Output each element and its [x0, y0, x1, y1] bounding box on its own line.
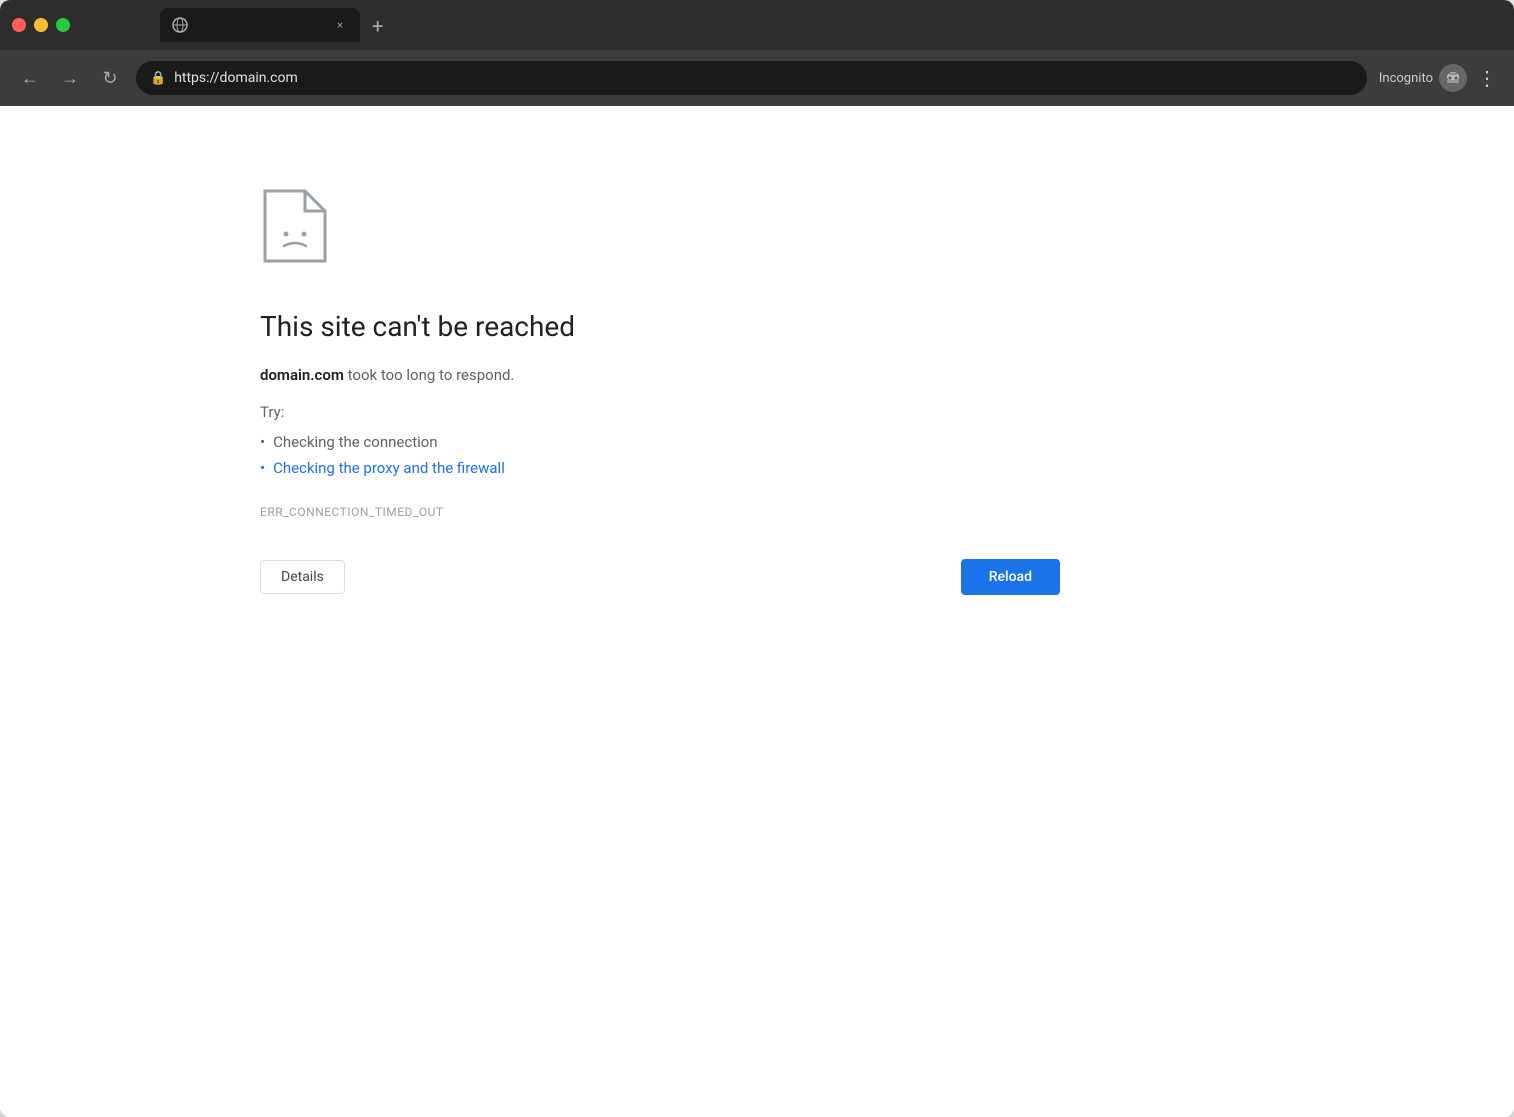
traffic-lights [12, 18, 70, 32]
address-bar: ← → ↻ 🔒 https://domain.com Incognito [0, 50, 1514, 106]
url-text: https://domain.com [174, 70, 1353, 86]
lock-icon: 🔒 [150, 71, 166, 86]
button-row: Details Reload [260, 559, 1060, 595]
error-container: This site can't be reached domain.com to… [260, 186, 1060, 595]
sad-file-icon [260, 186, 330, 266]
page-content: This site can't be reached domain.com to… [0, 106, 1514, 1117]
maximize-button[interactable] [56, 18, 70, 32]
details-button[interactable]: Details [260, 560, 345, 594]
tab-close-button[interactable]: × [332, 17, 348, 33]
forward-button[interactable]: → [56, 64, 84, 92]
reload-button[interactable]: Reload [961, 559, 1060, 595]
error-code: ERR_CONNECTION_TIMED_OUT [260, 505, 1060, 519]
address-bar-right: Incognito ⋮ [1379, 64, 1498, 92]
incognito-icon [1439, 64, 1467, 92]
suggestions-list: Checking the connection Checking the pro… [260, 429, 1060, 481]
suggestion-text-connection: Checking the connection [273, 433, 438, 451]
error-description: domain.com took too long to respond. [260, 363, 1060, 387]
error-title: This site can't be reached [260, 310, 1060, 343]
browser-tab[interactable]: × [160, 8, 360, 42]
reload-nav-button[interactable]: ↻ [96, 64, 124, 92]
menu-button[interactable]: ⋮ [1477, 66, 1498, 90]
minimize-button[interactable] [34, 18, 48, 32]
incognito-badge: Incognito [1379, 64, 1467, 92]
error-domain: domain.com [260, 366, 344, 384]
browser-window: × + ← → ↻ 🔒 https://domain.com Incognito [0, 0, 1514, 1117]
suggestion-link-proxy[interactable]: Checking the proxy and the firewall [273, 459, 505, 477]
new-tab-button[interactable]: + [368, 10, 387, 42]
incognito-label: Incognito [1379, 71, 1433, 86]
error-description-rest: took too long to respond. [344, 366, 515, 384]
tab-bar: × + [80, 8, 1502, 42]
close-button[interactable] [12, 18, 26, 32]
address-input-wrapper[interactable]: 🔒 https://domain.com [136, 61, 1367, 95]
try-label: Try: [260, 403, 1060, 421]
back-button[interactable]: ← [16, 64, 44, 92]
title-bar: × + [0, 0, 1514, 50]
suggestion-item-proxy[interactable]: Checking the proxy and the firewall [260, 455, 1060, 481]
suggestion-item-connection: Checking the connection [260, 429, 1060, 455]
tab-favicon-icon [172, 17, 188, 33]
